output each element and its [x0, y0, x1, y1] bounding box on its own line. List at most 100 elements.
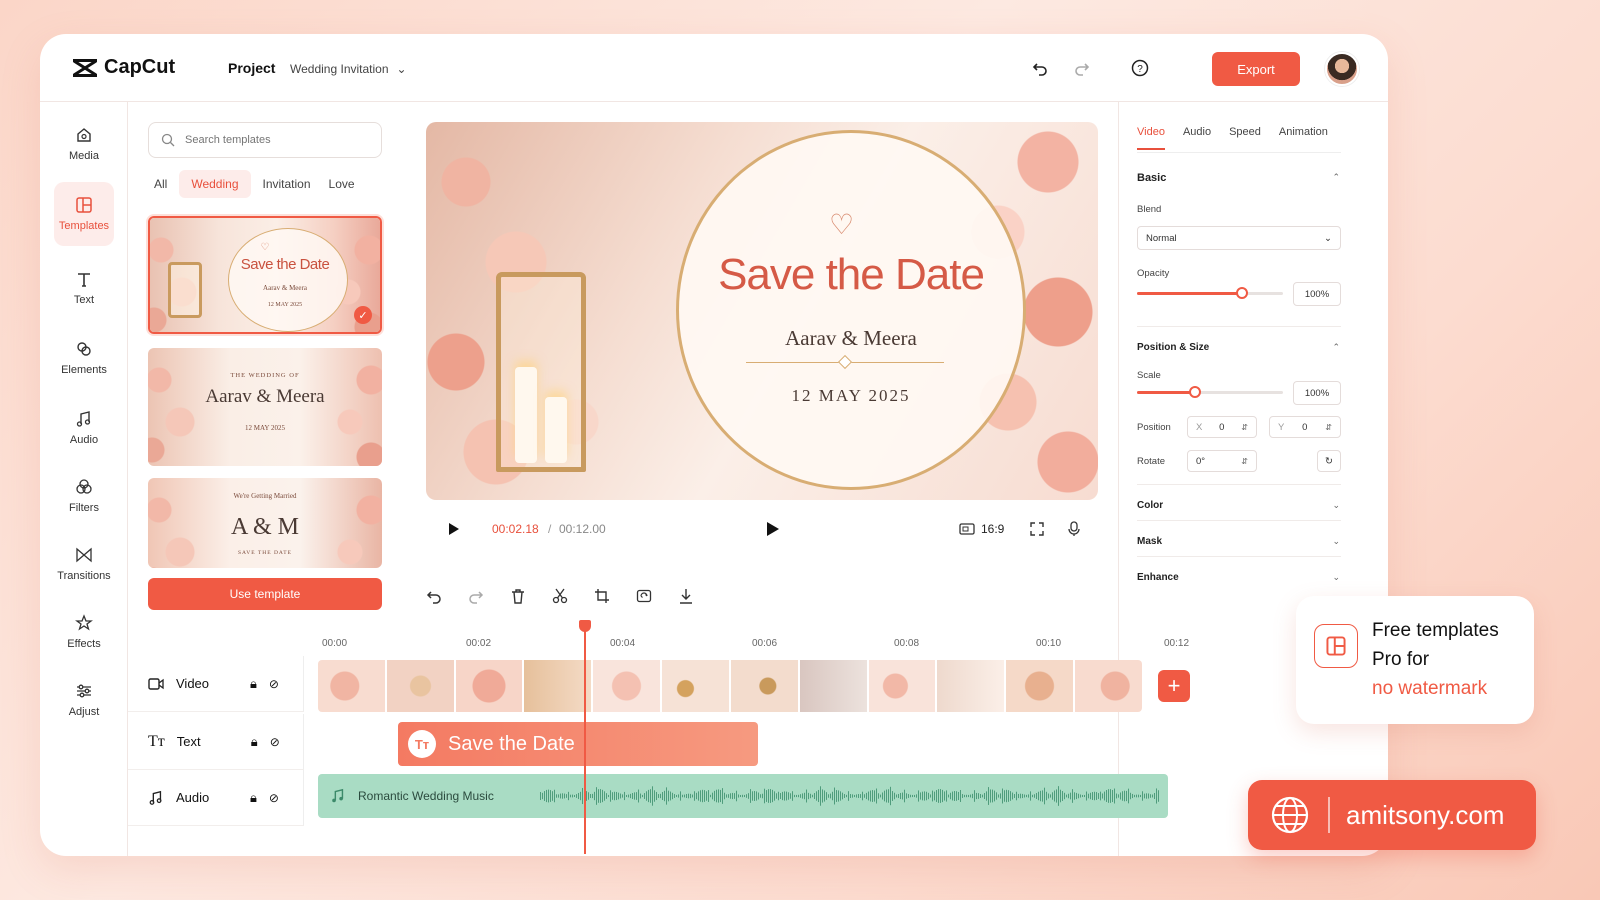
lock-icon[interactable]: 🔒︎ [251, 734, 258, 750]
timeline-ruler[interactable]: 00:00 00:02 00:04 00:06 00:08 00:10 00:1… [128, 624, 1300, 654]
x-axis-label: X [1196, 421, 1203, 433]
video-clip[interactable] [318, 660, 1142, 712]
video-frame-thumbnail [937, 660, 1005, 712]
blend-select[interactable]: Normal ⌄ [1137, 226, 1341, 250]
sidebar-item-media[interactable]: Media [54, 114, 114, 174]
sidebar-item-text[interactable]: Text [54, 258, 114, 318]
audio-clip-label: Romantic Wedding Music [358, 789, 494, 803]
play-center-icon[interactable] [766, 521, 780, 537]
undo-icon[interactable] [426, 588, 442, 604]
divider [1137, 152, 1341, 153]
fullscreen-icon[interactable] [1030, 522, 1044, 536]
search-input[interactable] [185, 134, 365, 146]
chevron-down-icon[interactable]: ⌄ [1332, 500, 1340, 511]
sidebar-item-transitions[interactable]: Transitions [54, 534, 114, 594]
undo-icon[interactable] [1030, 58, 1050, 78]
tab-audio[interactable]: Audio [1183, 126, 1211, 150]
avatar[interactable] [1325, 52, 1359, 86]
video-preview[interactable]: ♡ Save the Date Aarav & Meera 12 MAY 202… [426, 122, 1098, 500]
crop-icon[interactable] [594, 588, 610, 604]
card-date: 12 MAY 2025 [267, 302, 303, 308]
replace-icon[interactable] [636, 588, 652, 604]
website-badge[interactable]: amitsony.com [1248, 780, 1536, 850]
chevron-down-icon[interactable]: ⌄ [1332, 572, 1340, 583]
add-clip-button[interactable]: + [1158, 670, 1190, 702]
opacity-value[interactable]: 100% [1293, 282, 1341, 306]
audio-clip[interactable]: Romantic Wedding Music [318, 774, 1168, 818]
split-scissors-icon[interactable] [552, 588, 568, 604]
text-clip[interactable]: Tт Save the Date [398, 722, 758, 766]
rotate-field[interactable]: 0° ⇵ [1187, 450, 1257, 472]
sidebar-item-templates[interactable]: Templates [54, 182, 114, 246]
basic-section-title[interactable]: Basic [1137, 172, 1166, 184]
video-frame-thumbnail [524, 660, 592, 712]
stepper-icon[interactable]: ⇵ [1325, 423, 1332, 432]
app-logo[interactable]: CapCut [72, 56, 175, 79]
redo-icon[interactable] [1072, 58, 1092, 78]
opacity-slider[interactable] [1137, 287, 1283, 299]
template-card-selected[interactable]: ♡ Save the Date Aarav & Meera 12 MAY 202… [148, 216, 382, 334]
scale-slider[interactable] [1137, 386, 1283, 398]
reset-rotate-button[interactable]: ↻ [1317, 450, 1341, 472]
sidebar-item-filters[interactable]: Filters [54, 466, 114, 526]
search-box[interactable] [148, 122, 382, 158]
sidebar-item-label: Media [69, 150, 99, 162]
filter-chip-love[interactable]: Love [323, 170, 361, 198]
scale-value[interactable]: 100% [1293, 381, 1341, 405]
lock-icon[interactable]: 🔒︎ [250, 676, 257, 692]
filters-icon [76, 479, 92, 494]
stepper-icon[interactable]: ⇵ [1241, 423, 1248, 432]
tab-animation[interactable]: Animation [1279, 126, 1328, 150]
aspect-ratio-icon[interactable] [959, 523, 975, 535]
stepper-icon[interactable]: ⇵ [1241, 457, 1248, 466]
project-name-dropdown[interactable]: Wedding Invitation ⌄ [290, 62, 407, 76]
position-y-field[interactable]: Y 0 ⇵ [1269, 416, 1341, 438]
download-icon[interactable] [678, 588, 694, 604]
heart-icon: ♡ [260, 242, 270, 253]
sidebar-item-effects[interactable]: Effects [54, 602, 114, 662]
divider [1137, 326, 1341, 327]
sidebar-item-audio[interactable]: Audio [54, 398, 114, 458]
hide-icon[interactable]: ⊘ [269, 791, 279, 805]
slider-handle[interactable] [1189, 386, 1202, 398]
use-template-button[interactable]: Use template [148, 578, 382, 610]
filter-chip-wedding[interactable]: Wedding [179, 170, 251, 198]
sidebar-item-elements[interactable]: Elements [54, 328, 114, 388]
redo-icon[interactable] [468, 588, 484, 604]
chevron-up-icon[interactable]: ⌃ [1332, 172, 1340, 183]
play-icon[interactable] [448, 522, 460, 536]
timeline[interactable]: 00:00 00:02 00:04 00:06 00:08 00:10 00:1… [128, 620, 1300, 856]
tab-video[interactable]: Video [1137, 126, 1165, 150]
aspect-ratio[interactable]: 16:9 [981, 522, 1004, 536]
microphone-icon[interactable] [1068, 521, 1080, 537]
color-section-title[interactable]: Color [1137, 500, 1163, 511]
slider-handle[interactable] [1236, 287, 1249, 299]
timeline-tick: 00:06 [752, 638, 778, 649]
chevron-down-icon[interactable]: ⌄ [1332, 536, 1340, 547]
track-header-audio[interactable]: Audio 🔒︎ ⊘ [128, 770, 304, 826]
track-header-text[interactable]: Tт Text 🔒︎ ⊘ [128, 714, 304, 770]
template-card[interactable]: THE WEDDING OF Aarav & Meera 12 MAY 2025 [148, 348, 382, 466]
help-icon[interactable]: ? [1130, 58, 1150, 78]
delete-icon[interactable] [510, 588, 526, 604]
export-button[interactable]: Export [1212, 52, 1300, 86]
enhance-section-title[interactable]: Enhance [1137, 572, 1179, 583]
position-size-section-title[interactable]: Position & Size [1137, 342, 1209, 353]
filter-chip-invitation[interactable]: Invitation [257, 170, 317, 198]
playhead[interactable] [584, 624, 586, 854]
mask-section-title[interactable]: Mask [1137, 536, 1162, 547]
hide-icon[interactable]: ⊘ [269, 677, 279, 691]
tab-speed[interactable]: Speed [1229, 126, 1261, 150]
lock-icon[interactable]: 🔒︎ [250, 790, 257, 806]
track-header-video[interactable]: Video 🔒︎ ⊘ [128, 656, 304, 712]
card-names: Aarav & Meera [263, 284, 307, 292]
globe-icon [1271, 796, 1309, 834]
chevron-down-icon: ⌄ [396, 62, 407, 76]
position-x-field[interactable]: X 0 ⇵ [1187, 416, 1257, 438]
sidebar-item-adjust[interactable]: Adjust [54, 670, 114, 730]
template-card[interactable]: We're Getting Married A & M SAVE THE DAT… [148, 478, 382, 568]
filter-chip-all[interactable]: All [148, 170, 173, 198]
playhead-handle[interactable] [579, 620, 591, 632]
hide-icon[interactable]: ⊘ [270, 735, 280, 749]
chevron-up-icon[interactable]: ⌃ [1332, 342, 1340, 353]
